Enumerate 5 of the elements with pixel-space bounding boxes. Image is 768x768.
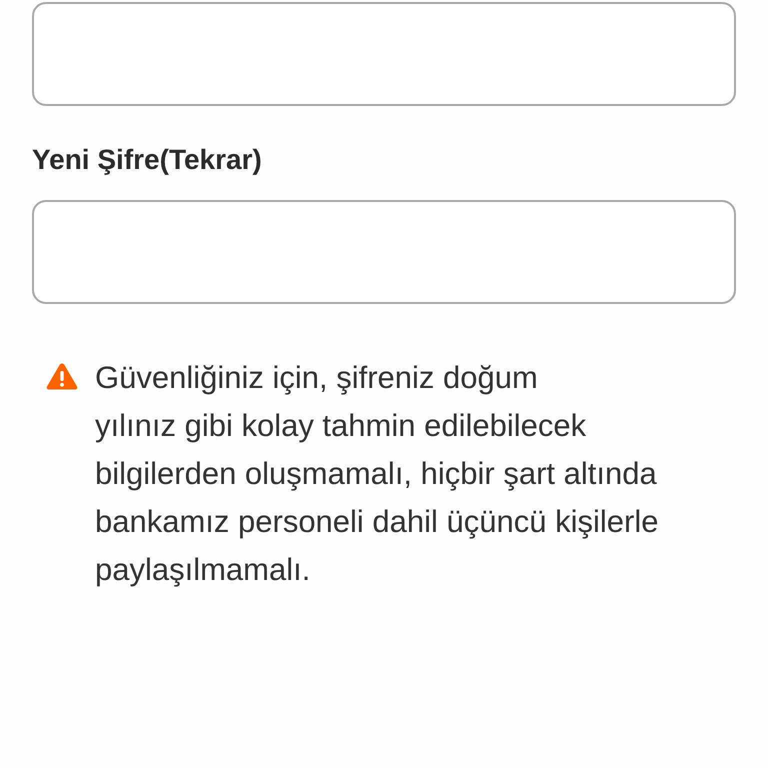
field-label: Yeni Şifre(Tekrar) xyxy=(32,143,262,177)
input-field[interactable] xyxy=(32,200,736,304)
input-field[interactable] xyxy=(32,2,736,106)
warning-message: Güvenliğiniz için, şifreniz doğum yılınız gibi kolay tahmin edilebilecek bilgilerden oluşmamalı, hiçbir şart altında bankamız personeli dahil üçüncü kişilerle paylaşılmamalı. xyxy=(95,359,658,589)
warning-icon xyxy=(46,363,78,390)
